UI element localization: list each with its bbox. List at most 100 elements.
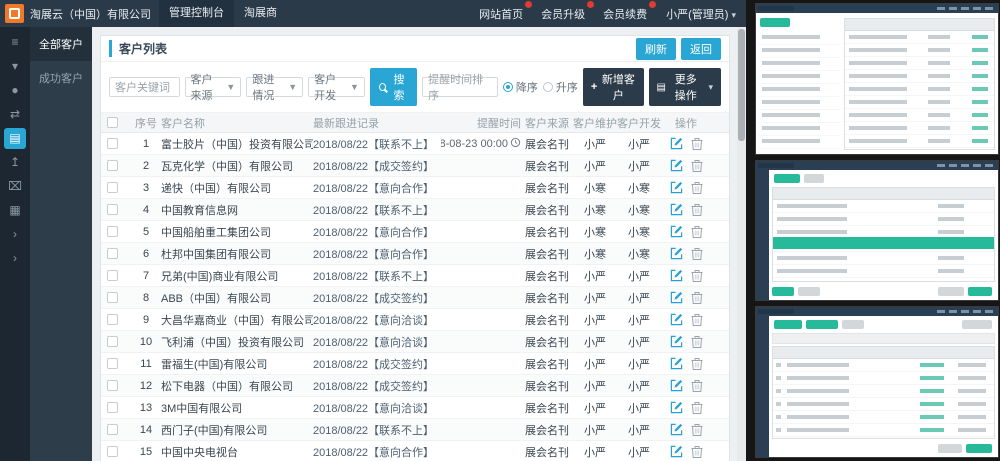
customer-list-icon[interactable]: ▤ (4, 128, 26, 149)
row-checkbox[interactable] (107, 248, 118, 259)
search-button[interactable]: 搜索 (370, 68, 417, 106)
add-customer-button[interactable]: +新增客户 (583, 68, 644, 106)
select-all-checkbox[interactable] (107, 117, 118, 128)
preview-button (760, 18, 790, 27)
remind-time-cell: 2018-08-23 00:00 (441, 137, 521, 151)
delete-icon[interactable] (691, 203, 703, 216)
topnav-link[interactable]: 网站首页 (470, 6, 532, 22)
export-icon[interactable]: ↥ (4, 152, 26, 173)
sort-asc-radio[interactable]: 升序 (543, 79, 578, 95)
customer-name-cell: ABB（中国）有限公司 (161, 290, 313, 306)
delete-icon[interactable] (691, 137, 703, 150)
stats-icon[interactable]: ▦ (4, 200, 26, 221)
maintainer-cell: 小严 (573, 312, 617, 328)
edit-icon[interactable] (670, 335, 683, 348)
delete-icon[interactable] (691, 159, 703, 172)
source-select[interactable]: 客户来源▼ (185, 77, 242, 97)
chevron-right-icon-2[interactable]: › (4, 248, 26, 269)
maintainer-cell: 小严 (573, 400, 617, 416)
delete-icon[interactable] (691, 269, 703, 282)
sidebar-item[interactable]: 成功客户 (30, 61, 92, 95)
developer-cell: 小寒 (617, 246, 661, 262)
followup-record-cell: 2018/08/22【成交签约】 (313, 356, 441, 372)
user-icon[interactable]: ● (4, 80, 26, 101)
delete-icon[interactable] (691, 423, 703, 436)
row-checkbox[interactable] (107, 204, 118, 215)
refresh-button[interactable]: 刷新 (636, 38, 676, 60)
maintainer-cell: 小严 (573, 444, 617, 460)
delete-icon[interactable] (691, 445, 703, 458)
edit-icon[interactable] (670, 379, 683, 392)
column-header: 提醒时间 (441, 115, 521, 131)
row-checkbox[interactable] (107, 314, 118, 325)
edit-icon[interactable] (670, 225, 683, 238)
edit-icon[interactable] (670, 203, 683, 216)
row-checkbox[interactable] (107, 424, 118, 435)
delete-icon[interactable] (691, 181, 703, 194)
delete-icon[interactable] (691, 401, 703, 414)
edit-icon[interactable] (670, 313, 683, 326)
more-actions-button[interactable]: ▤更多操作▾ (649, 68, 722, 106)
row-checkbox[interactable] (107, 336, 118, 347)
row-checkbox[interactable] (107, 226, 118, 237)
row-checkbox[interactable] (107, 138, 118, 149)
chevron-down-icon[interactable]: ▾ (4, 56, 26, 77)
chevron-right-icon[interactable]: › (4, 224, 26, 245)
customer-name-cell: 松下电器（中国）有限公司 (161, 378, 313, 394)
keyword-input[interactable]: 客户关键词 (109, 77, 180, 97)
switch-icon[interactable]: ⇄ (4, 104, 26, 125)
followup-record-cell: 2018/08/22【意向洽谈】 (313, 312, 441, 328)
customer-name-cell: 飞利浦（中国）投资有限公司 (161, 334, 313, 350)
develop-select[interactable]: 客户开发▼ (308, 77, 365, 97)
delete-icon[interactable] (691, 379, 703, 392)
edit-icon[interactable] (670, 247, 683, 260)
edit-icon[interactable] (670, 159, 683, 172)
trash-icon[interactable]: ⌧ (4, 176, 26, 197)
row-checkbox[interactable] (107, 160, 118, 171)
back-button[interactable]: 返回 (681, 38, 721, 60)
company-name[interactable]: 淘展云（中国）有限公司 (30, 6, 151, 22)
topnav-tab[interactable]: 淘展商 (234, 0, 287, 27)
topnav-tab[interactable]: 管理控制台 (159, 0, 234, 27)
edit-icon[interactable] (670, 137, 683, 150)
delete-icon[interactable] (691, 335, 703, 348)
edit-icon[interactable] (670, 357, 683, 370)
app-logo-icon[interactable] (5, 4, 24, 23)
preview-navbar (756, 4, 998, 13)
scrollbar-thumb[interactable] (738, 29, 745, 141)
edit-icon[interactable] (670, 291, 683, 304)
row-checkbox[interactable] (107, 270, 118, 281)
delete-icon[interactable] (691, 313, 703, 326)
sidebar-item[interactable]: 全部客户 (30, 27, 92, 61)
edit-icon[interactable] (670, 269, 683, 282)
user-menu[interactable]: 小严(管理员)▾ (656, 6, 746, 22)
customer-name-cell: 西门子(中国)有限公司 (161, 422, 313, 438)
maintainer-cell: 小严 (573, 290, 617, 306)
follow-select[interactable]: 跟进情况▼ (246, 77, 303, 97)
topnav-link[interactable]: 会员续费 (594, 6, 656, 22)
customer-table: 1富士胶片（中国）投资有限公司2018/08/22【联系不上】2018-08-2… (101, 133, 729, 461)
sort-desc-radio[interactable]: 降序 (503, 79, 538, 95)
row-checkbox[interactable] (107, 380, 118, 391)
edit-icon[interactable] (670, 181, 683, 194)
row-checkbox[interactable] (107, 402, 118, 413)
delete-icon[interactable] (691, 357, 703, 370)
topnav-link[interactable]: 会员升级 (532, 6, 594, 22)
edit-icon[interactable] (670, 423, 683, 436)
row-checkbox[interactable] (107, 446, 118, 457)
row-checkbox[interactable] (107, 182, 118, 193)
edit-icon[interactable] (670, 445, 683, 458)
vertical-scrollbar[interactable] (737, 27, 746, 461)
delete-icon[interactable] (691, 247, 703, 260)
row-checkbox[interactable] (107, 358, 118, 369)
grid-icon: ▤ (657, 82, 666, 93)
delete-icon[interactable] (691, 291, 703, 304)
customer-name-cell: 瓦克化学（中国）有限公司 (161, 158, 313, 174)
delete-icon[interactable] (691, 225, 703, 238)
menu-icon[interactable]: ≡ (4, 32, 26, 53)
source-cell: 展会名刊 (521, 400, 573, 416)
seq-cell: 3 (131, 182, 161, 194)
edit-icon[interactable] (670, 401, 683, 414)
remind-sort-input[interactable]: 提醒时间排序 (422, 77, 498, 97)
row-checkbox[interactable] (107, 292, 118, 303)
